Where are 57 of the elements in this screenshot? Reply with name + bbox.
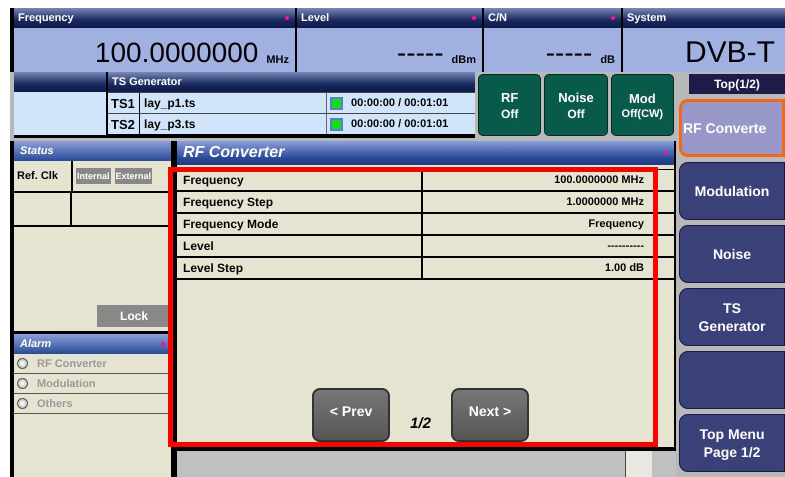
value-display[interactable]: ----- dBm xyxy=(297,28,482,74)
menu-button[interactable]: Modulation xyxy=(679,162,785,220)
field-label: C/N xyxy=(488,12,507,24)
value-display[interactable]: DVB-T xyxy=(623,28,785,74)
option-button[interactable]: Internal xyxy=(76,168,111,184)
menu-title: Top(1/2) xyxy=(689,74,785,94)
parameter-value[interactable]: 1.0000000 MHz xyxy=(423,192,674,212)
time-text: 00:00:00 / 00:01:01 xyxy=(351,118,448,130)
menu-button[interactable]: Top Menu Page 1/2 xyxy=(679,414,785,472)
menu-button[interactable]: Noise xyxy=(679,225,785,283)
field-label: System xyxy=(627,12,666,24)
unit-label: MHz xyxy=(266,53,289,68)
next-button[interactable]: Next > xyxy=(450,388,529,442)
field-value: DVB-T xyxy=(685,36,775,70)
parameter-value[interactable]: 100.0000000 MHz xyxy=(423,170,674,190)
toggle-button[interactable]: Mod Off(CW) xyxy=(610,74,674,136)
menu-button[interactable]: TS Generator xyxy=(679,288,785,346)
unit-label: dB xyxy=(600,53,615,68)
marker-dot xyxy=(285,16,289,20)
section-title: Alarm xyxy=(20,338,52,350)
marker-dot xyxy=(664,151,668,155)
field-value: ----- xyxy=(546,36,592,70)
marker-dot xyxy=(472,16,476,20)
field-label: Level xyxy=(301,12,330,24)
toggle-button[interactable]: Noise Off xyxy=(544,74,608,136)
unit-label: dBm xyxy=(452,53,476,68)
parameter-value[interactable]: ---------- xyxy=(423,236,674,256)
field-value: ----- xyxy=(396,36,444,70)
parameter-name: Frequency xyxy=(177,170,424,190)
time-text: 00:00:00 / 00:01:01 xyxy=(351,97,448,109)
section-title: Status xyxy=(20,145,54,157)
option-button[interactable]: External xyxy=(114,168,152,184)
prev-button[interactable]: < Prev xyxy=(312,388,390,442)
alarm-label: Others xyxy=(37,398,72,410)
menu-button[interactable] xyxy=(679,351,785,409)
status-box xyxy=(625,451,652,477)
parameter-name: Level xyxy=(177,236,424,256)
marker-dot xyxy=(611,16,615,20)
parameter-value[interactable]: Frequency xyxy=(423,214,674,234)
marker-dot xyxy=(161,342,166,346)
parameter-name: Level Step xyxy=(177,258,424,278)
parameter-name: Frequency Mode xyxy=(177,214,424,234)
value-display[interactable]: 100.0000000 MHz xyxy=(14,28,295,74)
toggle-button[interactable]: RF Off xyxy=(478,74,542,136)
file-name: lay_p3.ts xyxy=(140,114,327,134)
alarm-label: Modulation xyxy=(37,378,96,390)
parameter-name: Frequency Step xyxy=(177,192,424,212)
field-label: Frequency xyxy=(18,12,74,24)
panel-title: RF Converter xyxy=(183,144,284,162)
parameter-value[interactable]: 1.00 dB xyxy=(423,258,674,278)
value-display[interactable]: ----- dB xyxy=(484,28,621,74)
alarm-label: RF Converter xyxy=(37,358,107,370)
field-value: 100.0000000 xyxy=(94,36,258,70)
ref-clock-label: Ref. Clk xyxy=(14,161,73,191)
stream-name: TS2 xyxy=(108,114,140,134)
page-indicator: 1/2 xyxy=(410,415,431,434)
section-title: TS Generator xyxy=(112,76,182,88)
